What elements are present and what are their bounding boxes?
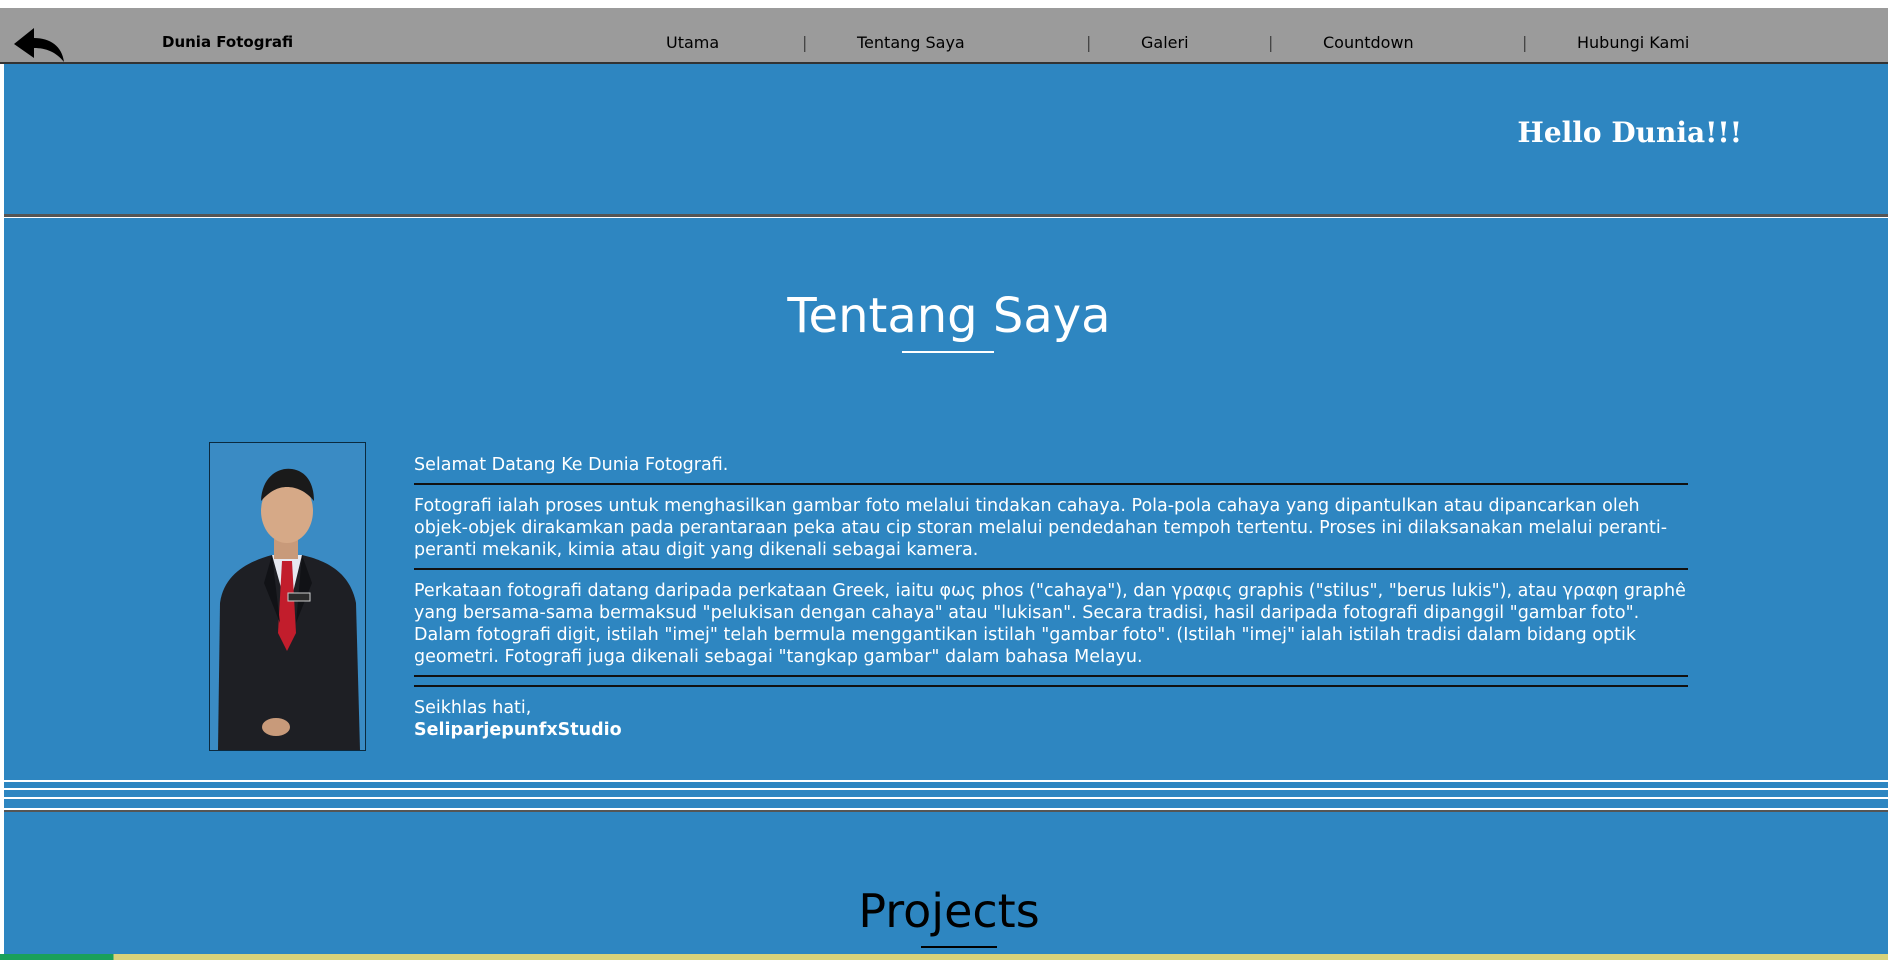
about-paragraph-1: Fotografi ialah proses untuk menghasilka…	[414, 496, 1668, 560]
footer-image-strip	[0, 954, 1888, 960]
about-text: Selamat Datang Ke Dunia Fotografi. Fotog…	[414, 454, 1688, 741]
nav-separator: |	[1268, 33, 1274, 52]
nav-hubungi-kami[interactable]: Hubungi Kami	[1577, 33, 1689, 52]
projects-title: Projects	[858, 884, 1040, 938]
nav-separator: |	[1522, 33, 1528, 52]
hero-greeting: Hello Dunia!!!	[1517, 116, 1742, 149]
nav-utama[interactable]: Utama	[666, 33, 719, 52]
stripe-divider	[4, 788, 1888, 790]
nav-countdown[interactable]: Countdown	[1323, 33, 1414, 52]
top-navbar: Dunia Fotografi Utama | Tentang Saya | G…	[0, 8, 1888, 64]
brand-title[interactable]: Dunia Fotografi	[162, 33, 293, 51]
title-underline	[902, 351, 994, 353]
stripe-divider	[4, 780, 1888, 782]
hero-banner: Hello Dunia!!!	[4, 64, 1888, 217]
closing-text: Seikhlas hati,	[414, 698, 532, 718]
divider	[414, 483, 1688, 485]
back-arrow-icon[interactable]	[12, 26, 66, 66]
welcome-text: Selamat Datang Ke Dunia Fotografi.	[414, 455, 729, 475]
signature-text: SeliparjepunfxStudio	[414, 720, 622, 740]
nav-galeri[interactable]: Galeri	[1141, 33, 1189, 52]
projects-section: Projects	[4, 810, 1888, 956]
nav-tentang-saya[interactable]: Tentang Saya	[857, 33, 965, 52]
divider	[414, 675, 1688, 677]
stripe-divider	[4, 797, 1888, 799]
nav-separator: |	[802, 33, 808, 52]
divider	[414, 568, 1688, 570]
about-section: Tentang Saya Selamat Datang Ke Dunia Fot…	[4, 218, 1888, 808]
nav-separator: |	[1086, 33, 1092, 52]
title-underline	[921, 946, 997, 948]
divider	[414, 685, 1688, 687]
about-title: Tentang Saya	[787, 288, 1111, 344]
profile-photo	[209, 442, 366, 751]
about-paragraph-2: Perkataan fotografi datang daripada perk…	[414, 581, 1686, 667]
